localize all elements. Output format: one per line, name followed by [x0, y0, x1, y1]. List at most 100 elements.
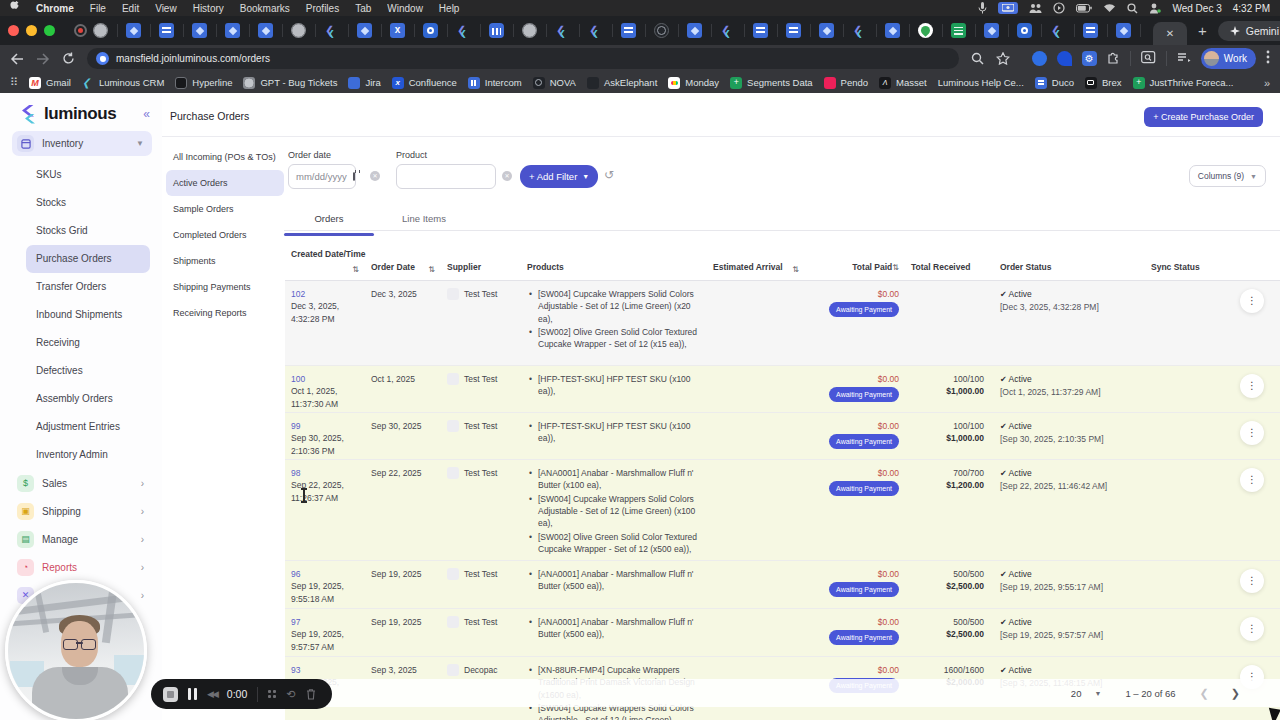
row-menu-button[interactable]: ⋮ [1240, 421, 1264, 445]
col-products[interactable]: Products [521, 232, 707, 280]
restart-recording-icon[interactable]: ⟲ [286, 688, 295, 701]
pause-recording-button[interactable] [188, 688, 197, 700]
sidebar-item-adjustment-entries[interactable]: Adjustment Entries [12, 413, 152, 441]
sidebar-item-stocks-grid[interactable]: Stocks Grid [12, 217, 152, 245]
table-row[interactable]: 99Sep 30, 2025,2:10:36 PM Sep 30, 2025 T… [285, 413, 1280, 460]
tab-search-icon[interactable] [1141, 50, 1156, 68]
pinned-tab-lum-icon[interactable] [588, 23, 603, 38]
pinned-tab-lum-icon[interactable] [456, 23, 471, 38]
sort-icon[interactable]: ⇅ [352, 265, 359, 274]
clear-date-filter-icon[interactable] [370, 171, 380, 181]
table-row[interactable]: 96Sep 19, 2025,9:55:18 AM Sep 19, 2025 T… [285, 561, 1280, 609]
pinned-tab-gear-icon[interactable] [93, 23, 108, 38]
close-tab-icon[interactable]: ✕ [1166, 28, 1174, 39]
pinned-tab-jira-icon[interactable] [819, 23, 834, 38]
reload-button[interactable] [62, 52, 75, 65]
order-id-link[interactable]: 102 [291, 289, 305, 299]
col-sync-status[interactable]: Sync Status [1145, 232, 1235, 280]
clear-product-filter-icon[interactable] [502, 171, 512, 181]
order-id-link[interactable]: 100 [291, 374, 305, 384]
menu-bookmarks[interactable]: Bookmarks [240, 3, 290, 14]
columns-button[interactable]: Columns (9)▼ [1189, 165, 1266, 187]
bookmark-gpt-bug-tickets[interactable]: GPT - Bug Tickets [243, 77, 337, 89]
table-row[interactable]: 98Sep 22, 2025,11:26:37 AM Sep 22, 2025 … [285, 460, 1280, 561]
menu-chrome[interactable]: Chrome [36, 3, 74, 14]
pinned-tab-jira-icon[interactable] [984, 23, 999, 38]
prev-page-button[interactable]: ❮ [1200, 687, 1209, 700]
sidebar-item-inventory-admin[interactable]: Inventory Admin [12, 441, 152, 469]
bookmark-confluence[interactable]: Confluence [392, 77, 457, 89]
reading-list-icon[interactable] [1177, 50, 1191, 68]
sort-icon[interactable]: ⇅ [792, 265, 799, 274]
menu-profiles[interactable]: Profiles [306, 3, 339, 14]
menu-view[interactable]: View [155, 3, 177, 14]
sidebar-item-reports[interactable]: ◔Reports› [12, 553, 152, 581]
pinned-tab-conf-icon[interactable] [390, 23, 405, 38]
table-row[interactable]: 102Dec 3, 2025,4:32:28 PM Dec 3, 2025 Te… [285, 281, 1280, 366]
sidebar-item-shipping[interactable]: ▣Shipping› [12, 497, 152, 525]
pinned-tab-jira-icon[interactable] [126, 23, 141, 38]
order-id-link[interactable]: 96 [291, 569, 300, 579]
col-created[interactable]: Created Date/Time⇅ [285, 232, 365, 280]
menu-history[interactable]: History [193, 3, 224, 14]
pinned-tab-doc-icon[interactable] [159, 23, 174, 38]
menu-file[interactable]: File [90, 3, 106, 14]
extension-icon-2[interactable] [1057, 51, 1072, 66]
screen-share-indicator[interactable] [998, 2, 1018, 14]
product-input[interactable] [396, 164, 496, 189]
row-menu-button[interactable]: ⋮ [1240, 569, 1264, 593]
pinned-tab-lum-icon[interactable] [852, 23, 867, 38]
filter-shipping-payments[interactable]: Shipping Payments [166, 274, 284, 300]
pinned-tab-doc-icon[interactable] [1083, 23, 1098, 38]
order-id-link[interactable]: 98 [291, 468, 300, 478]
play-status-icon[interactable] [1053, 2, 1065, 14]
active-tab[interactable]: ✕ [1153, 22, 1187, 45]
delete-recording-icon[interactable] [306, 688, 316, 700]
pinned-tab-jira-icon[interactable] [1116, 23, 1131, 38]
bookmark-askelephant[interactable]: AskElephant [587, 77, 657, 89]
bookmark-nova[interactable]: NOVA [533, 77, 576, 89]
search-icon[interactable] [971, 52, 984, 65]
extension-icon-1[interactable] [1032, 51, 1047, 66]
people-icon[interactable] [1029, 3, 1042, 14]
filter-sample-orders[interactable]: Sample Orders [166, 196, 284, 222]
recording-tab-icon[interactable] [74, 24, 87, 37]
back-button[interactable] [10, 53, 24, 65]
zoom-window-button[interactable] [44, 25, 55, 36]
reset-filters-icon[interactable]: ↺ [604, 168, 614, 182]
filter-all-incoming[interactable]: All Incoming (POs & TOs) [166, 144, 284, 170]
rewind-button[interactable]: ◀◀ [207, 689, 217, 699]
pinned-tab-lum-icon[interactable] [324, 23, 339, 38]
sidebar-collapse-icon[interactable]: « [143, 107, 150, 121]
filter-receiving-reports[interactable]: Receiving Reports [166, 300, 284, 326]
bookmark-duco[interactable]: Duco [1035, 77, 1074, 89]
col-order-date[interactable]: Order Date⇅ [365, 232, 441, 280]
calendar-icon[interactable] [353, 172, 355, 181]
pinned-tab-doc-icon[interactable] [621, 23, 636, 38]
forward-button[interactable] [36, 53, 50, 65]
filter-shipments[interactable]: Shipments [166, 248, 284, 274]
pinned-tab-doc-icon[interactable] [753, 23, 768, 38]
menu-tab[interactable]: Tab [355, 3, 371, 14]
create-purchase-order-button[interactable]: + Create Purchase Order [1144, 107, 1263, 127]
sidebar-item-manage[interactable]: ▤Manage› [12, 525, 152, 553]
gemini-button[interactable]: Gemini [1218, 21, 1280, 41]
webcam-overlay[interactable] [5, 580, 147, 720]
bookmark-luminous-help[interactable]: Luminous Help Ce... [938, 77, 1024, 88]
bookmark-luminous-crm[interactable]: Luminous CRM [82, 77, 164, 89]
menu-window[interactable]: Window [387, 3, 423, 14]
col-estimated-arrival[interactable]: Estimated Arrival⇅ [707, 232, 805, 280]
sidebar-item-defectives[interactable]: Defectives [12, 357, 152, 385]
pinned-tab-doc-icon[interactable] [786, 23, 801, 38]
pinned-tab-o-icon[interactable] [423, 23, 438, 38]
pinned-tab-jira-icon[interactable] [357, 23, 372, 38]
sidebar-item-receiving[interactable]: Receiving [12, 329, 152, 357]
pinned-tab-maps-icon[interactable] [918, 23, 933, 38]
bookmark-monday[interactable]: Monday [668, 77, 719, 89]
bookmark-pendo[interactable]: Pendo [824, 77, 868, 89]
filter-active-orders[interactable]: Active Orders [166, 170, 284, 196]
extensions-puzzle-icon[interactable] [1107, 50, 1120, 68]
pinned-tab-o-icon[interactable] [1017, 23, 1032, 38]
pinned-tab-lum-icon[interactable] [1050, 23, 1065, 38]
bookmark-star-icon[interactable] [996, 52, 1010, 65]
